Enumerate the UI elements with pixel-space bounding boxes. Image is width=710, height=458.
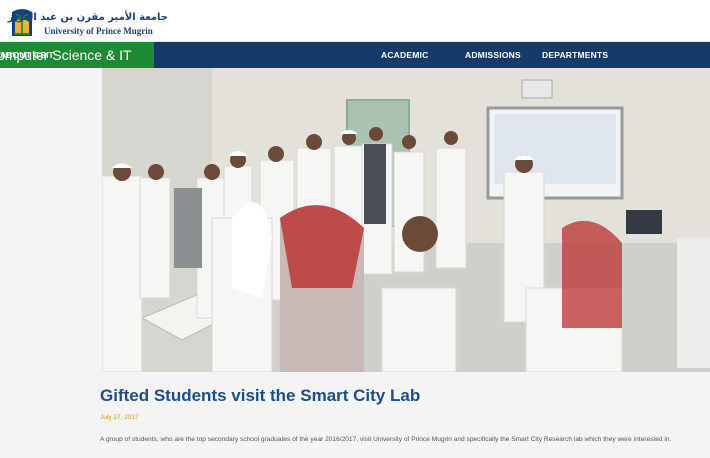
logo-english-text: University of Prince Mugrin xyxy=(44,26,153,36)
article-photo xyxy=(102,68,710,372)
nav-item-academic[interactable]: ACADEMIC xyxy=(381,50,428,60)
article-date: July 27, 2017 xyxy=(100,414,139,421)
site-header: جامعة الأمير مقرن بن عبد العزيز Universi… xyxy=(0,0,710,42)
nav-item-about-csit[interactable]: ABOUT CSIT xyxy=(0,50,54,60)
university-logo[interactable]: جامعة الأمير مقرن بن عبد العزيز Universi… xyxy=(8,8,168,40)
main-navigation: omputer Science & IT ABOUT CSIT ACADEMIC… xyxy=(0,42,710,68)
article-body: A group of students, who are the top sec… xyxy=(100,436,672,443)
main-content: Gifted Students visit the Smart City Lab… xyxy=(0,68,710,458)
nav-item-admissions[interactable]: ADMISSIONS xyxy=(465,50,521,60)
lab-visit-photo xyxy=(102,68,710,372)
nav-item-departments[interactable]: DEPARTMENTS xyxy=(542,50,608,60)
logo-arabic-text: جامعة الأمير مقرن بن عبد العزيز xyxy=(7,12,168,23)
article-title[interactable]: Gifted Students visit the Smart City Lab xyxy=(100,386,420,406)
